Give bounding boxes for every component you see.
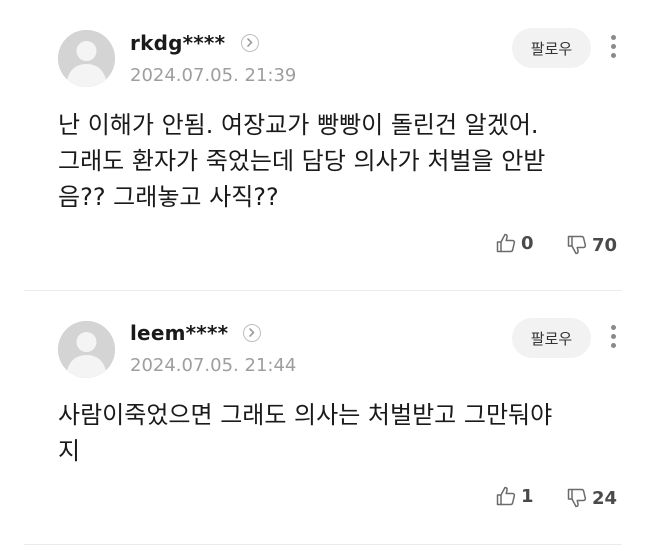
comment-text-line: 난 이해가 안됨. 여장교가 빵빵이 돌린건 알겠어. [58,111,539,139]
dislike-button[interactable]: 70 [566,234,617,256]
comment-text-line: 음?? 그래놓고 사직?? [58,183,279,211]
default-profile-icon [58,321,115,378]
avatar[interactable] [58,321,115,378]
thumbs-down-icon [567,488,587,508]
default-profile-icon [58,30,115,87]
comment-item: leem**** 2024.07.05. 21:44 팔로우 사람이죽었으면 그… [0,291,646,546]
like-button[interactable]: 0 [495,232,534,254]
comment-divider [24,544,622,545]
thumbs-up-icon [496,233,516,253]
comment-text-line: 그래도 환자가 죽었는데 담당 의사가 처벌을 안받 [58,147,546,175]
chevron-right-icon[interactable] [241,34,259,52]
username[interactable]: rkdg**** [130,31,225,55]
like-count: 1 [521,485,534,507]
follow-button[interactable]: 팔로우 [512,28,591,68]
dislike-count: 70 [592,234,618,256]
comment-text-line: 지 [58,437,81,465]
comment-text: 사람이죽었으면 그래도 의사는 처벌받고 그만둬야 지 [58,397,628,469]
thumbs-up-icon [496,486,516,506]
comment-item: rkdg**** 2024.07.05. 21:39 팔로우 난 이해가 안됨.… [0,0,646,290]
dislike-count: 24 [592,487,618,509]
thumbs-down-icon [567,235,587,255]
more-options-icon[interactable] [604,32,622,62]
more-options-icon[interactable] [604,322,622,352]
comment-date: 2024.07.05. 21:44 [130,355,297,376]
comment-text-line: 사람이죽었으면 그래도 의사는 처벌받고 그만둬야 [58,401,553,429]
username[interactable]: leem**** [130,321,228,345]
comment-date: 2024.07.05. 21:39 [130,65,297,86]
follow-button[interactable]: 팔로우 [512,318,591,358]
comment-text: 난 이해가 안됨. 여장교가 빵빵이 돌린건 알겠어. 그래도 환자가 죽었는데… [58,107,628,215]
dislike-button[interactable]: 24 [566,487,617,509]
chevron-right-icon[interactable] [243,324,261,342]
like-button[interactable]: 1 [495,485,534,507]
avatar[interactable] [58,30,115,87]
like-count: 0 [521,232,534,254]
